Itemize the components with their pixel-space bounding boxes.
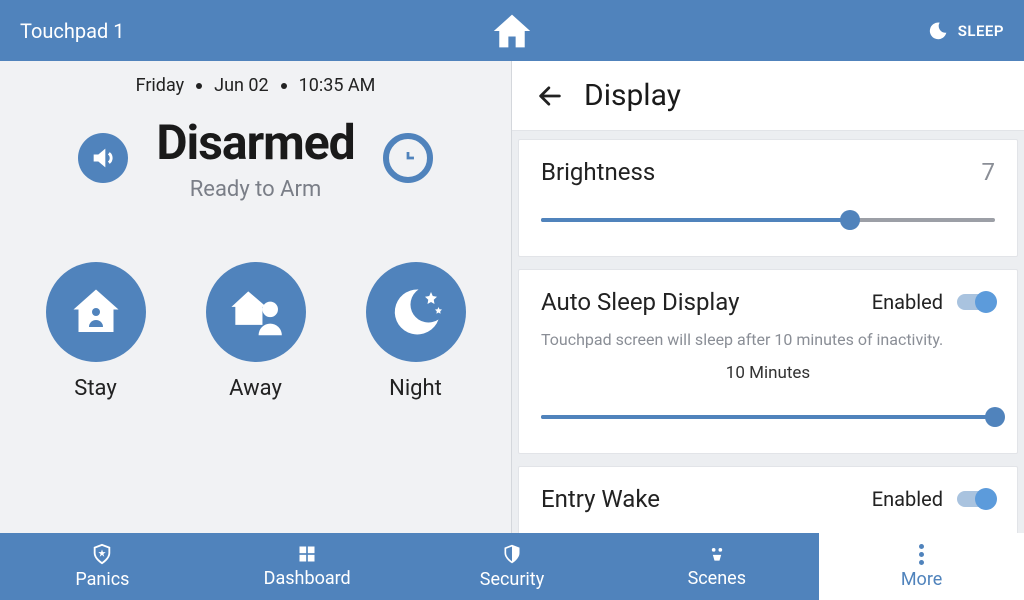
history-button[interactable]: [383, 133, 433, 183]
entrywake-toggle[interactable]: [957, 491, 995, 507]
entrywake-label: Entry Wake: [541, 485, 660, 513]
nav-scenes[interactable]: Scenes: [614, 533, 819, 600]
clock-icon: [397, 147, 419, 169]
status-pane: Friday Jun 02 10:35 AM Disarmed Ready to…: [0, 61, 512, 533]
entrywake-card: Entry Wake Enabled: [518, 466, 1018, 533]
autosleep-slider[interactable]: [541, 403, 995, 431]
house-person-icon: [66, 282, 126, 342]
nav-dashboard[interactable]: Dashboard: [205, 533, 410, 600]
nav-more[interactable]: More: [819, 533, 1024, 600]
arm-sub-label: Ready to Arm: [156, 177, 354, 202]
arm-night-label: Night: [389, 376, 442, 401]
speaker-icon: [89, 144, 117, 172]
autosleep-label: Auto Sleep Display: [541, 288, 740, 316]
arm-night-button[interactable]: Night: [366, 262, 466, 401]
nav-panics-label: Panics: [75, 569, 129, 590]
toggle-knob: [975, 488, 997, 510]
house-away-icon: [225, 281, 287, 343]
nav-panics[interactable]: Panics: [0, 533, 205, 600]
settings-pane: Display Brightness 7 Auto Sleep Display: [512, 61, 1024, 533]
time-label: 10:35 AM: [299, 75, 376, 96]
slider-thumb[interactable]: [840, 210, 860, 230]
arm-state-label: Disarmed: [156, 114, 354, 171]
top-bar: Touchpad 1 SLEEP: [0, 0, 1024, 61]
brightness-label: Brightness: [541, 158, 655, 186]
day-label: Friday: [136, 75, 185, 96]
date-time-line: Friday Jun 02 10:35 AM: [136, 75, 376, 96]
brightness-slider[interactable]: [541, 206, 995, 234]
nav-security[interactable]: Security: [410, 533, 615, 600]
main-area: Friday Jun 02 10:35 AM Disarmed Ready to…: [0, 61, 1024, 533]
chime-button[interactable]: [78, 133, 128, 183]
autosleep-card: Auto Sleep Display Enabled Touchpad scre…: [518, 269, 1018, 454]
brightness-card: Brightness 7: [518, 139, 1018, 257]
nav-more-label: More: [901, 569, 942, 590]
arm-stay-button[interactable]: Stay: [46, 262, 146, 401]
autosleep-value: 10 Minutes: [541, 363, 995, 383]
shield-icon: [502, 543, 522, 565]
home-icon: [490, 11, 534, 51]
bottom-nav: Panics Dashboard Security Scenes More: [0, 533, 1024, 600]
home-button[interactable]: [490, 11, 534, 51]
sleep-label: SLEEP: [958, 22, 1004, 40]
arrow-left-icon: [536, 82, 564, 110]
more-dots-icon: [919, 544, 924, 565]
entrywake-state: Enabled: [872, 487, 943, 511]
toggle-knob: [975, 291, 997, 313]
autosleep-state: Enabled: [872, 290, 943, 314]
grid-icon: [297, 544, 317, 564]
autosleep-toggle[interactable]: [957, 294, 995, 310]
sleep-button[interactable]: SLEEP: [928, 21, 1004, 41]
nav-dashboard-label: Dashboard: [264, 568, 351, 589]
arm-away-button[interactable]: Away: [206, 262, 306, 401]
settings-cards: Brightness 7 Auto Sleep Display Enabled: [512, 131, 1024, 533]
date-label: Jun 02: [214, 75, 269, 96]
arm-stay-label: Stay: [74, 376, 116, 401]
arm-away-label: Away: [229, 376, 282, 401]
brightness-value: 7: [982, 158, 996, 186]
device-title: Touchpad 1: [20, 19, 124, 43]
status-row: Disarmed Ready to Arm: [0, 114, 511, 202]
nav-scenes-label: Scenes: [688, 568, 746, 589]
settings-header: Display: [512, 61, 1024, 131]
autosleep-description: Touchpad screen will sleep after 10 minu…: [541, 330, 995, 349]
separator-dot: [196, 83, 202, 89]
shield-star-icon: [91, 543, 113, 565]
arm-status: Disarmed Ready to Arm: [156, 114, 354, 202]
slider-thumb[interactable]: [985, 407, 1005, 427]
moon-icon: [928, 21, 948, 41]
moon-stars-icon: [386, 282, 446, 342]
arm-modes: Stay Away: [46, 262, 466, 401]
settings-page-title: Display: [584, 78, 681, 113]
slider-fill: [541, 415, 995, 419]
slider-fill: [541, 218, 850, 222]
back-button[interactable]: [536, 82, 564, 110]
separator-dot: [281, 83, 287, 89]
scenes-icon: [707, 544, 727, 564]
nav-security-label: Security: [480, 569, 544, 590]
